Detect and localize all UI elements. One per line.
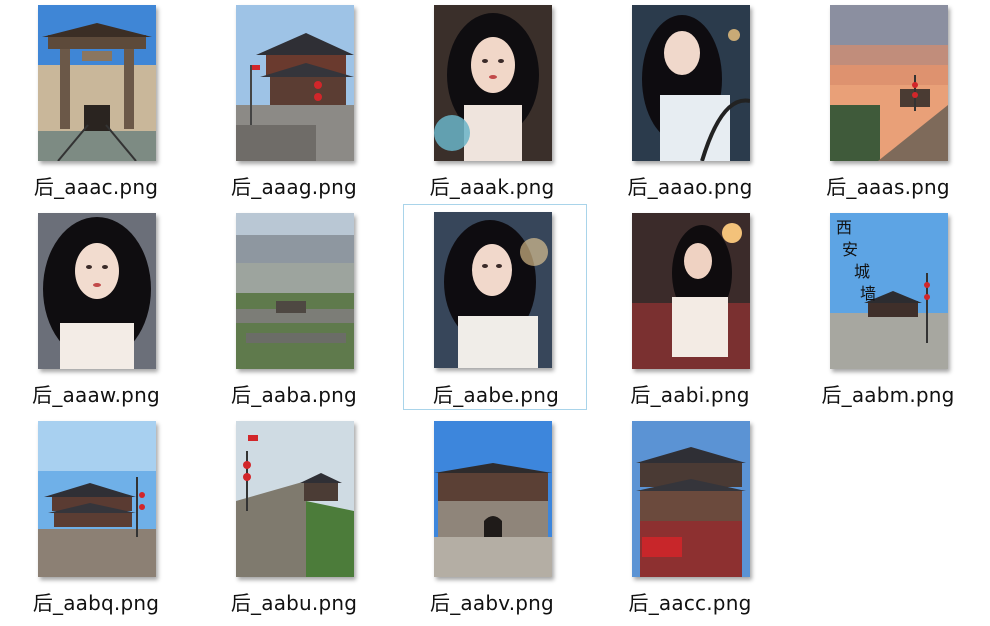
file-item[interactable]: 后_aabu.png bbox=[201, 420, 385, 626]
image-thumbnail[interactable] bbox=[434, 421, 552, 577]
file-name: 后_aabv.png bbox=[430, 591, 554, 615]
poster-char: 安 bbox=[842, 240, 858, 259]
image-thumbnail[interactable] bbox=[38, 421, 156, 577]
file-name: 后_aaag.png bbox=[231, 175, 357, 199]
file-item[interactable]: 后_aaac.png bbox=[3, 4, 187, 210]
file-name: 后_aaak.png bbox=[429, 175, 555, 199]
image-thumbnail[interactable] bbox=[434, 5, 552, 161]
file-item[interactable]: 后_aaas.png bbox=[795, 4, 979, 210]
file-item[interactable]: 后_aabq.png bbox=[3, 420, 187, 626]
image-thumbnail[interactable] bbox=[632, 5, 750, 161]
file-name: 后_aabi.png bbox=[630, 383, 750, 407]
poster-char: 西 bbox=[836, 218, 852, 237]
file-name: 后_aabe.png bbox=[433, 383, 559, 407]
file-name: 后_aaba.png bbox=[231, 383, 357, 407]
image-thumbnail[interactable] bbox=[236, 421, 354, 577]
poster-char: 城 bbox=[854, 262, 870, 281]
file-item[interactable]: 后_aaba.png bbox=[201, 212, 385, 418]
file-item-selected[interactable]: 后_aabe.png bbox=[403, 204, 587, 410]
image-thumbnail[interactable] bbox=[830, 5, 948, 161]
file-name: 后_aabm.png bbox=[821, 383, 955, 407]
image-thumbnail[interactable] bbox=[38, 213, 156, 369]
file-item[interactable]: 后_aaao.png bbox=[597, 4, 781, 210]
file-item[interactable]: 后_aaaw.png bbox=[3, 212, 187, 418]
file-name: 后_aabq.png bbox=[32, 591, 160, 615]
poster-char: 墙 bbox=[860, 284, 876, 303]
file-item[interactable]: 后_aabv.png bbox=[399, 420, 583, 626]
image-thumbnail[interactable]: 西 安 城 墙 bbox=[830, 213, 948, 369]
file-name: 后_aaac.png bbox=[33, 175, 159, 199]
file-item[interactable]: 后_aabi.png bbox=[597, 212, 781, 418]
file-item[interactable]: 后_aacc.png bbox=[597, 420, 781, 626]
image-thumbnail[interactable] bbox=[632, 213, 750, 369]
file-item[interactable]: 西 安 城 墙 后_aabm.png bbox=[795, 212, 979, 418]
file-item[interactable]: 后_aaag.png bbox=[201, 4, 385, 210]
file-name: 后_aaas.png bbox=[826, 175, 950, 199]
image-thumbnail[interactable] bbox=[434, 212, 552, 368]
file-name: 后_aaaw.png bbox=[32, 383, 160, 407]
file-name: 后_aaao.png bbox=[627, 175, 753, 199]
image-thumbnail[interactable] bbox=[236, 213, 354, 369]
file-name: 后_aabu.png bbox=[230, 591, 358, 615]
file-item[interactable]: 后_aaak.png bbox=[399, 4, 583, 210]
image-thumbnail[interactable] bbox=[38, 5, 156, 161]
file-name: 后_aacc.png bbox=[628, 591, 752, 615]
image-thumbnail[interactable] bbox=[632, 421, 750, 577]
image-thumbnail[interactable] bbox=[236, 5, 354, 161]
